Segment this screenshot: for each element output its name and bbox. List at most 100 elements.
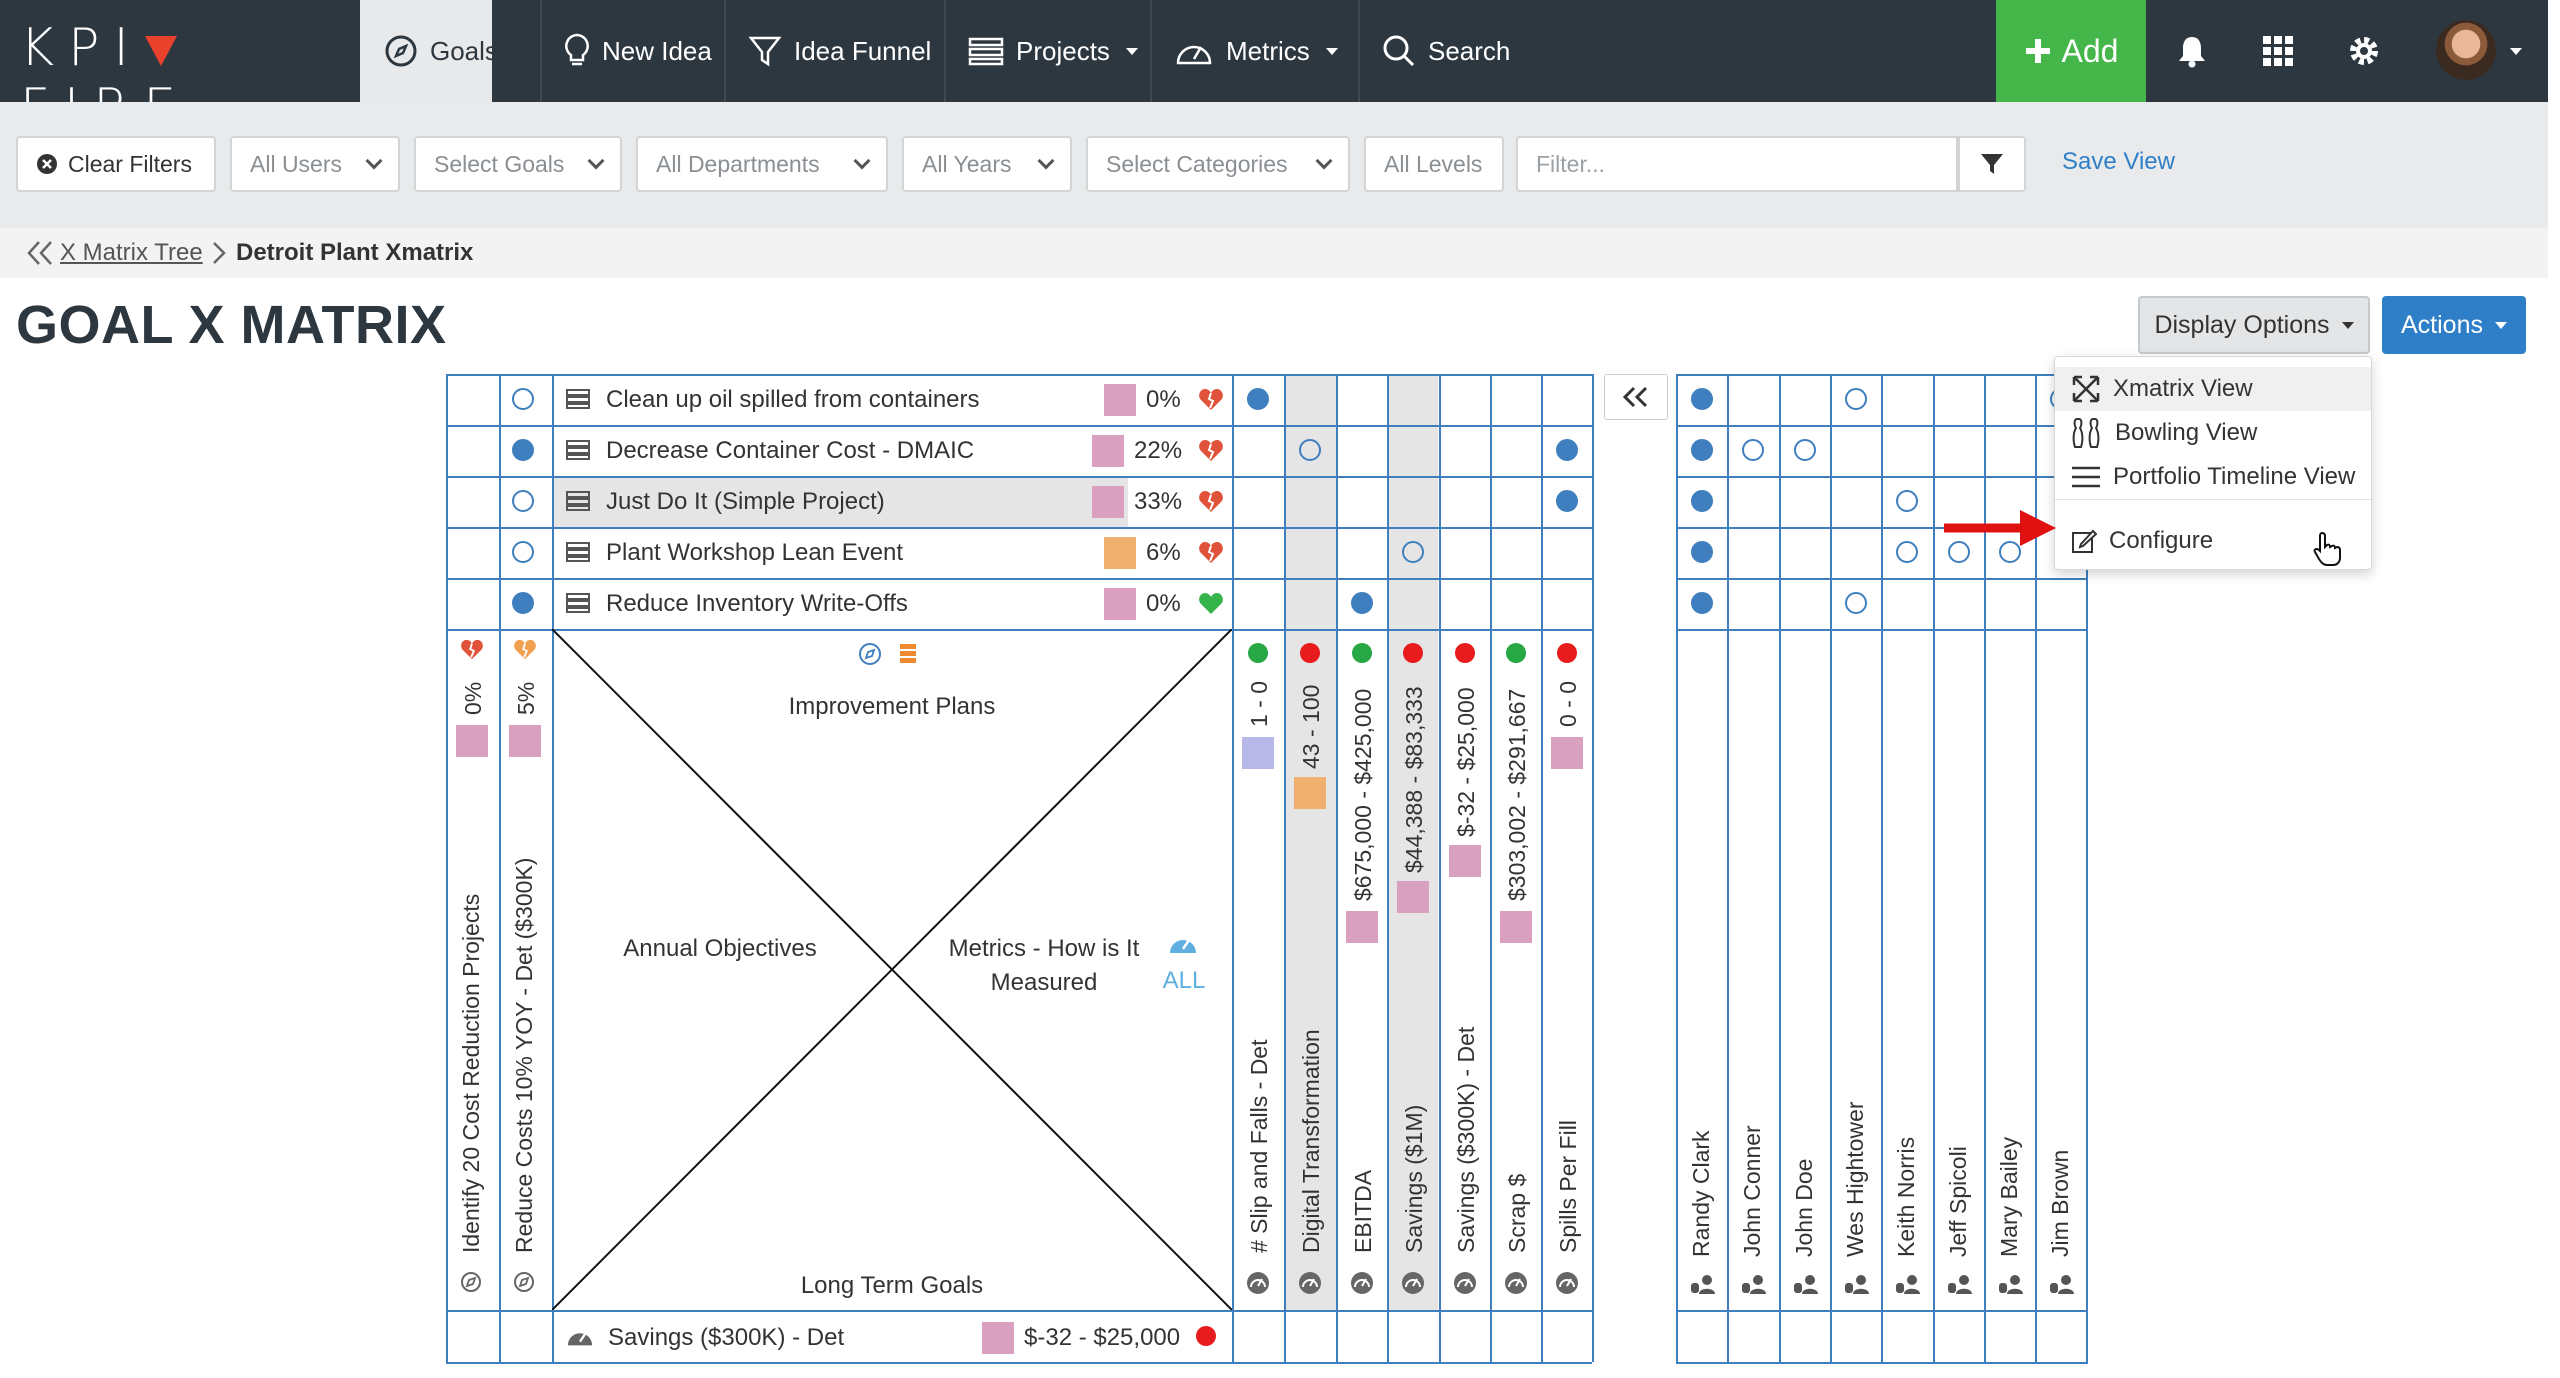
person-name[interactable]: Randy Clark xyxy=(1688,1130,1715,1257)
project-name[interactable]: Decrease Container Cost - DMAIC xyxy=(606,437,974,465)
bowling-pins-icon xyxy=(2072,418,2100,448)
person-name[interactable]: John Doe xyxy=(1791,1159,1818,1257)
assignment-circle[interactable] xyxy=(1794,439,1816,461)
menu-item-portfolio-timeline[interactable]: Portfolio Timeline View xyxy=(2055,455,2371,499)
actions-button[interactable]: Actions xyxy=(2382,296,2526,354)
project-progress-swatch xyxy=(1092,435,1124,467)
assignment-circle[interactable] xyxy=(1896,541,1918,563)
compass-icon xyxy=(460,1271,482,1293)
nav-goals[interactable]: Goals xyxy=(360,0,526,102)
assignment-circle[interactable] xyxy=(1691,439,1713,461)
grid-line xyxy=(1387,374,1389,1362)
nav-search-label: Search xyxy=(1428,35,1511,66)
project-percent: 33% xyxy=(1134,488,1183,515)
categories-select[interactable]: Select Categories xyxy=(1086,136,1350,192)
notifications-button[interactable] xyxy=(2150,0,2234,102)
objective-name[interactable]: Reduce Costs 10% YOY - Det ($300K) xyxy=(511,858,538,1253)
project-progress-swatch xyxy=(1104,588,1136,620)
double-chevron-left-icon xyxy=(27,241,52,265)
long-term-goal-name[interactable]: Savings ($300K) - Det xyxy=(608,1324,844,1352)
person-name[interactable]: John Conner xyxy=(1739,1125,1766,1257)
alignment-circle[interactable] xyxy=(512,541,534,563)
filter-input[interactable]: Filter... xyxy=(1516,136,1958,192)
assignment-circle[interactable] xyxy=(1896,490,1918,512)
breadcrumb-parent[interactable]: X Matrix Tree xyxy=(26,230,203,276)
metric-name[interactable]: # Slip and Falls - Det xyxy=(1246,1040,1273,1253)
correlation-circle[interactable] xyxy=(1556,490,1578,512)
filter-apply-button[interactable] xyxy=(1958,136,2026,192)
person-name[interactable]: Keith Norris xyxy=(1893,1137,1920,1257)
nav-metrics[interactable]: Metrics xyxy=(1150,0,1362,102)
assignment-circle[interactable] xyxy=(1691,388,1713,410)
grid-line xyxy=(1336,374,1338,1362)
nav-search[interactable]: Search xyxy=(1358,0,1534,102)
chevron-down-icon[interactable] xyxy=(2510,48,2522,55)
metrics-all-link[interactable]: ALL xyxy=(1156,967,1212,995)
metric-progress-swatch xyxy=(1397,881,1429,913)
project-name[interactable]: Just Do It (Simple Project) xyxy=(606,488,885,516)
assignment-circle[interactable] xyxy=(1691,592,1713,614)
correlation-circle[interactable] xyxy=(1556,439,1578,461)
alignment-circle[interactable] xyxy=(512,388,534,410)
objective-name[interactable]: Identify 20 Cost Reduction Projects xyxy=(458,894,485,1253)
metric-range: 0 - 0 xyxy=(1555,680,1581,727)
correlation-circle[interactable] xyxy=(1402,541,1424,563)
broken-heart-icon xyxy=(1198,439,1224,463)
grid-line xyxy=(446,527,1592,529)
grid-line xyxy=(1779,374,1781,1362)
goals-select[interactable]: Select Goals xyxy=(414,136,622,192)
metric-range: $44,388 - $83,333 xyxy=(1401,686,1427,873)
settings-button[interactable] xyxy=(2322,0,2406,102)
assignment-circle[interactable] xyxy=(1691,541,1713,563)
menu-item-bowling-view[interactable]: Bowling View xyxy=(2055,411,2371,455)
alignment-circle[interactable] xyxy=(512,439,534,461)
assignment-circle[interactable] xyxy=(1742,439,1764,461)
nav-new-idea[interactable]: New Idea xyxy=(540,0,736,102)
metric-name[interactable]: Savings ($300K) - Det xyxy=(1453,1027,1480,1253)
metric-name[interactable]: Savings ($1M) xyxy=(1401,1105,1428,1253)
display-options-button[interactable]: Display Options xyxy=(2138,296,2370,354)
nav-idea-funnel[interactable]: Idea Funnel xyxy=(724,0,955,102)
grid-line xyxy=(446,425,1592,427)
objective-percent: 5% xyxy=(513,681,539,715)
apps-button[interactable] xyxy=(2236,0,2320,102)
correlation-circle[interactable] xyxy=(1299,439,1321,461)
years-select[interactable]: All Years xyxy=(902,136,1072,192)
departments-select[interactable]: All Departments xyxy=(636,136,888,192)
correlation-circle[interactable] xyxy=(1351,592,1373,614)
metric-name[interactable]: Scrap $ xyxy=(1504,1174,1531,1253)
assignment-circle[interactable] xyxy=(1691,490,1713,512)
project-name[interactable]: Plant Workshop Lean Event xyxy=(606,539,903,567)
project-name[interactable]: Clean up oil spilled from containers xyxy=(606,386,980,414)
grid-line xyxy=(446,374,448,1362)
nav-idea-funnel-label: Idea Funnel xyxy=(794,35,932,66)
clear-filters-button[interactable]: Clear Filters xyxy=(16,136,216,192)
metric-name[interactable]: Spills Per Fill xyxy=(1555,1120,1582,1253)
add-label: Add xyxy=(2061,32,2119,69)
nav-projects[interactable]: Projects xyxy=(944,0,1162,102)
add-button[interactable]: Add xyxy=(1996,0,2146,102)
collapse-button[interactable] xyxy=(1604,374,1668,420)
correlation-circle[interactable] xyxy=(1247,388,1269,410)
metric-name[interactable]: EBITDA xyxy=(1350,1170,1377,1253)
person-name[interactable]: Mary Bailey xyxy=(1996,1137,2023,1257)
person-name[interactable]: Jeff Spicoli xyxy=(1945,1146,1972,1257)
levels-select[interactable]: All Levels xyxy=(1364,136,1504,192)
kpifire-logo[interactable]: KPIFIRE xyxy=(20,18,340,138)
project-name[interactable]: Reduce Inventory Write-Offs xyxy=(606,590,908,618)
alignment-circle[interactable] xyxy=(512,592,534,614)
assignment-circle[interactable] xyxy=(1845,388,1867,410)
metric-name[interactable]: Digital Transformation xyxy=(1298,1029,1325,1253)
project-progress-swatch xyxy=(1104,384,1136,416)
users-select[interactable]: All Users xyxy=(230,136,400,192)
save-view-link[interactable]: Save View xyxy=(2062,148,2175,176)
person-name[interactable]: Wes Hightower xyxy=(1842,1101,1869,1257)
assignment-circle[interactable] xyxy=(1845,592,1867,614)
person-name[interactable]: Jim Brown xyxy=(2047,1150,2074,1257)
goal-status-dot xyxy=(1196,1326,1216,1346)
user-avatar[interactable] xyxy=(2436,20,2496,80)
alignment-circle[interactable] xyxy=(512,490,534,512)
menu-item-xmatrix-view[interactable]: Xmatrix View xyxy=(2055,367,2371,411)
annual-objectives-label: Annual Objectives xyxy=(623,935,817,962)
gear-icon xyxy=(2350,37,2378,65)
